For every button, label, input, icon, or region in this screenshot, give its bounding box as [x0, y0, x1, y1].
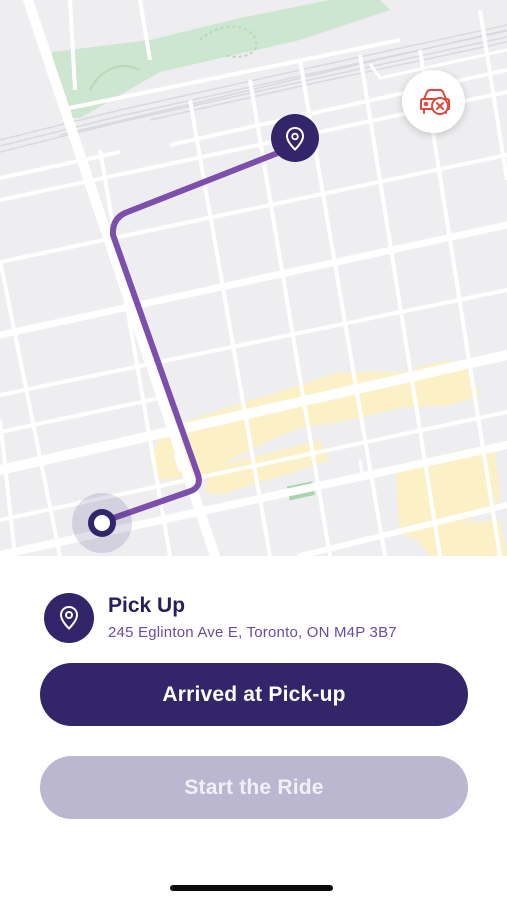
- cancel-ride-button[interactable]: [402, 70, 465, 133]
- home-indicator: [170, 885, 333, 891]
- start-ride-button[interactable]: Start the Ride: [40, 756, 468, 819]
- map-view[interactable]: [0, 0, 507, 556]
- location-pin-icon: [44, 593, 94, 643]
- ride-panel: Pick Up 245 Eglinton Ave E, Toronto, ON …: [0, 556, 507, 900]
- arrived-at-pickup-button[interactable]: Arrived at Pick-up: [40, 663, 468, 726]
- destination-marker[interactable]: [271, 114, 319, 162]
- car-cancel-icon: [417, 87, 451, 117]
- screen: Pick Up 245 Eglinton Ave E, Toronto, ON …: [0, 0, 507, 900]
- pickup-address: 245 Eglinton Ave E, Toronto, ON M4P 3B7: [108, 624, 397, 641]
- current-location-marker: [72, 493, 132, 553]
- pickup-info: Pick Up 245 Eglinton Ave E, Toronto, ON …: [44, 592, 474, 644]
- pickup-title: Pick Up: [108, 594, 186, 617]
